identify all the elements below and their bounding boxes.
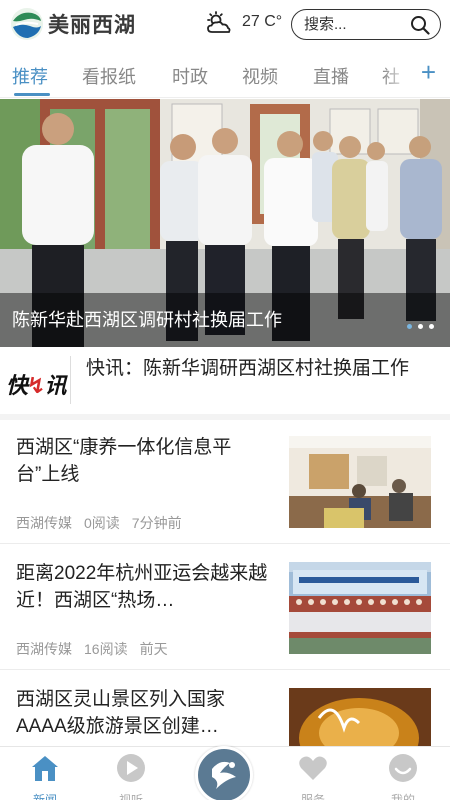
- nav-av[interactable]: 视听: [86, 747, 176, 800]
- tab-video[interactable]: 视频: [242, 63, 278, 89]
- add-tab-icon[interactable]: +: [421, 58, 436, 86]
- tab-recommend[interactable]: 推荐: [12, 63, 48, 89]
- news-list-item[interactable]: 距离2022年杭州亚运会越来越近！西湖区“热场… 西湖传媒 16阅读 前天: [0, 546, 450, 670]
- news-meta: 西湖传媒 0阅读 7分钟前: [16, 513, 194, 533]
- tab-live[interactable]: 直播: [313, 63, 349, 89]
- flash-news-logo: 快↯讯: [6, 373, 66, 398]
- heart-icon: [299, 756, 327, 780]
- hero-banner[interactable]: 陈新华赴西湖区调研村社换届工作: [0, 99, 450, 347]
- app-logo-icon: [11, 8, 43, 40]
- nav-label: 服务: [300, 793, 325, 800]
- app-name: 美丽西湖: [48, 14, 136, 37]
- nav-center-button[interactable]: [195, 746, 253, 800]
- carousel-dot[interactable]: [407, 324, 412, 329]
- news-thumbnail[interactable]: [289, 562, 431, 654]
- search-box[interactable]: [291, 9, 441, 40]
- hero-caption[interactable]: 陈新华赴西湖区调研村社换届工作: [12, 306, 282, 332]
- temperature-text: 27 C°: [242, 13, 283, 30]
- flash-news[interactable]: 快↯讯 快讯：陈新华调研西湖区村社换届工作: [0, 348, 450, 412]
- news-thumbnail[interactable]: [289, 436, 431, 528]
- nav-news[interactable]: 新闻: [0, 747, 90, 800]
- sun-cloud-icon: [207, 11, 231, 33]
- news-meta: 西湖传媒 16阅读 前天: [16, 639, 180, 659]
- nav-service[interactable]: 服务: [268, 747, 358, 800]
- nav-label: 我的: [390, 793, 415, 800]
- news-reads: 16阅读: [84, 641, 128, 657]
- play-icon: [117, 754, 145, 782]
- smile-icon: [389, 754, 417, 782]
- news-title[interactable]: 西湖区灵山景区列入国家AAAA级旅游景区创建…: [16, 686, 272, 740]
- nav-mine[interactable]: 我的: [358, 747, 448, 800]
- news-title[interactable]: 距离2022年杭州亚运会越来越近！西湖区“热场…: [16, 560, 272, 614]
- search-input[interactable]: [304, 13, 404, 36]
- news-time: 前天: [139, 641, 168, 657]
- xihu-logo-icon: [212, 761, 236, 789]
- tab-newspaper[interactable]: 看报纸: [82, 63, 136, 89]
- carousel-dot[interactable]: [418, 324, 423, 329]
- active-tab-indicator: [14, 93, 50, 96]
- news-title[interactable]: 西湖区“康养一体化信息平台”上线: [16, 434, 272, 488]
- news-source: 西湖传媒: [16, 641, 72, 657]
- home-icon: [32, 756, 58, 781]
- category-tabs: 推荐 看报纸 时政 视频 直播 社 +: [0, 50, 450, 98]
- news-reads: 0阅读: [84, 515, 120, 531]
- news-time: 7分钟前: [131, 515, 182, 531]
- tab-fade: [382, 50, 412, 96]
- carousel-dot[interactable]: [429, 324, 434, 329]
- news-list-item[interactable]: 西湖区“康养一体化信息平台”上线 西湖传媒 0阅读 7分钟前: [0, 420, 450, 544]
- nav-label: 视听: [118, 793, 143, 800]
- search-icon[interactable]: [410, 15, 430, 35]
- tab-politics[interactable]: 时政: [172, 63, 208, 89]
- carousel-dots: [401, 316, 434, 334]
- flash-news-text[interactable]: 快讯：陈新华调研西湖区村社换届工作: [86, 356, 436, 382]
- news-source: 西湖传媒: [16, 515, 72, 531]
- app-header: 美丽西湖 27 C°: [0, 0, 450, 48]
- nav-label: 新闻: [32, 793, 57, 800]
- divider: [70, 356, 71, 404]
